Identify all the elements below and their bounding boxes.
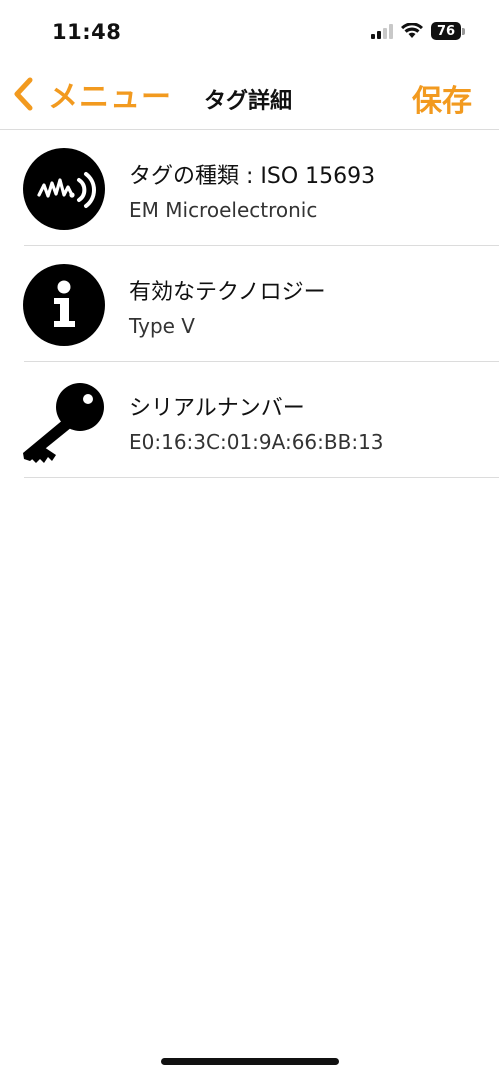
key-icon	[23, 383, 104, 463]
list-item-serial-number[interactable]: シリアルナンバー E0:16:3C:01:9A:66:BB:13	[0, 362, 499, 478]
serial-number-value: E0:16:3C:01:9A:66:BB:13	[129, 430, 384, 454]
technologies-label: 有効なテクノロジー	[129, 280, 326, 305]
status-icons: 76	[371, 22, 465, 40]
row-divider	[24, 477, 499, 478]
tag-detail-list: タグの種類 : ISO 15693 EM Microelectronic 有効な…	[0, 130, 499, 478]
list-item-technologies[interactable]: 有効なテクノロジー Type V	[0, 246, 499, 362]
page-title: タグ詳細	[204, 89, 293, 114]
technologies-value: Type V	[129, 314, 195, 338]
back-button[interactable]: メニュー	[12, 74, 172, 115]
list-item-tag-type[interactable]: タグの種類 : ISO 15693 EM Microelectronic	[0, 130, 499, 246]
wifi-icon	[401, 23, 423, 38]
tag-type-value: EM Microelectronic	[129, 198, 318, 222]
back-button-label: メニュー	[48, 80, 172, 115]
info-icon	[23, 264, 105, 346]
chevron-left-icon	[14, 77, 33, 111]
tag-type-label: タグの種類 : ISO 15693	[129, 164, 376, 189]
battery-level: 76	[431, 22, 461, 40]
battery-icon: 76	[431, 22, 465, 40]
status-time: 11:48	[52, 20, 122, 44]
nfc-wave-icon	[23, 148, 105, 230]
home-indicator[interactable]	[161, 1058, 339, 1065]
cellular-signal-icon	[371, 23, 393, 39]
status-bar: 11:48 76	[0, 0, 499, 62]
save-button[interactable]: 保存	[412, 76, 472, 120]
navigation-bar: メニュー タグ詳細 保存	[0, 62, 499, 128]
serial-number-label: シリアルナンバー	[129, 396, 305, 421]
